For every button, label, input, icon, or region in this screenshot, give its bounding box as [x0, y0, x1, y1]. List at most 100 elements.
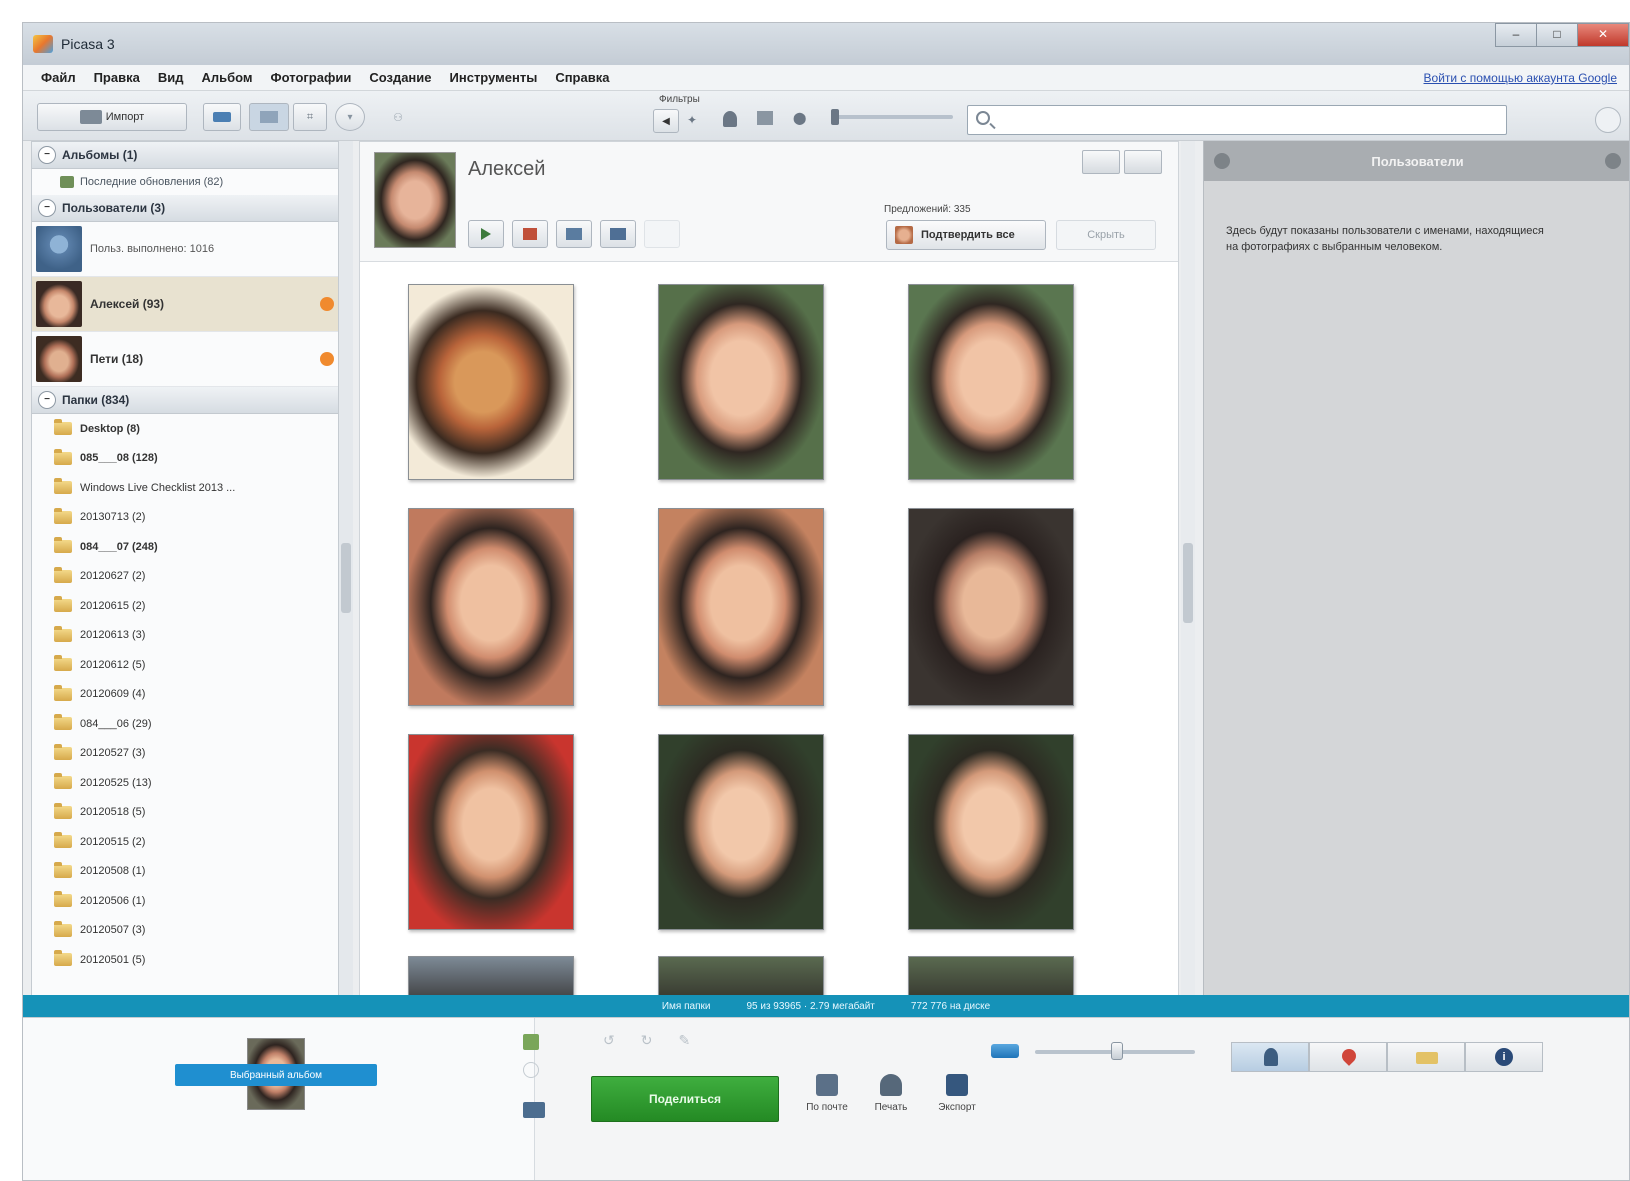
close-sidebar-icon[interactable]: [1605, 153, 1621, 169]
filter-video-icon[interactable]: [757, 111, 773, 125]
movie-button[interactable]: [556, 220, 592, 248]
hide-button[interactable]: Скрыть: [1056, 220, 1156, 250]
minimize-button[interactable]: –: [1495, 23, 1537, 47]
export-button[interactable]: Экспорт: [927, 1074, 987, 1113]
folder-item[interactable]: Windows Live Checklist 2013 ...: [32, 473, 338, 503]
filter-geo-icon[interactable]: ⬤: [793, 111, 806, 125]
google-signin-link[interactable]: Войти с помощью аккаунта Google: [1424, 71, 1617, 85]
collapse-icon[interactable]: −: [38, 146, 56, 164]
folder-item[interactable]: Desktop (8): [32, 414, 338, 444]
menu-create[interactable]: Создание: [369, 70, 431, 85]
import-button[interactable]: Импорт: [37, 103, 187, 131]
folder-item[interactable]: 20120506 (1): [32, 886, 338, 916]
photo-view-button[interactable]: [1124, 150, 1162, 174]
photo-scrollbar-thumb[interactable]: [1183, 543, 1193, 623]
upload-button[interactable]: [600, 220, 636, 248]
help-icon[interactable]: [1595, 107, 1621, 133]
info-tab[interactable]: i: [1465, 1042, 1543, 1072]
search-input[interactable]: [998, 108, 1498, 132]
menu-view[interactable]: Вид: [158, 70, 184, 85]
folders-section-header[interactable]: − Папки (834): [32, 387, 338, 414]
more-button[interactable]: [644, 220, 680, 248]
folder-item[interactable]: 20130713 (2): [32, 503, 338, 533]
recent-updates-item[interactable]: Последние обновления (82): [32, 169, 338, 195]
folder-item[interactable]: 20120525 (13): [32, 768, 338, 798]
face-thumbnail[interactable]: [408, 284, 574, 480]
face-view-button[interactable]: [1082, 150, 1120, 174]
person-cover-photo[interactable]: [374, 152, 456, 248]
folder-item[interactable]: 20120508 (1): [32, 857, 338, 887]
folder-icon: [54, 566, 72, 583]
folder-item[interactable]: 20120612 (5): [32, 650, 338, 680]
folder-item[interactable]: 085___08 (128): [32, 444, 338, 474]
dropdown-button[interactable]: ▾: [335, 103, 365, 131]
hold-icon[interactable]: [523, 1034, 539, 1050]
filter-slider-knob[interactable]: [831, 109, 839, 125]
person-name[interactable]: Алексей: [468, 158, 545, 181]
maximize-button[interactable]: □: [1536, 23, 1578, 47]
face-thumbnail[interactable]: [658, 284, 824, 480]
zoom-out-icon[interactable]: [991, 1044, 1019, 1058]
folder-item[interactable]: 20120507 (3): [32, 916, 338, 946]
face-thumbnail[interactable]: [908, 508, 1074, 706]
person-row-petya[interactable]: Пети (18): [32, 332, 338, 387]
collage-button[interactable]: [512, 220, 548, 248]
email-button[interactable]: По почте: [797, 1074, 857, 1113]
albums-section-header[interactable]: − Альбомы (1): [32, 142, 338, 169]
people-tab[interactable]: [1231, 1042, 1309, 1072]
tag-icon: [1416, 1052, 1438, 1064]
confirm-all-button[interactable]: Подтвердить все: [886, 220, 1046, 250]
avatar: [36, 281, 82, 327]
add-to-album-icon[interactable]: [523, 1102, 545, 1118]
share-button[interactable]: Поделиться: [591, 1076, 779, 1122]
zoom-slider-knob[interactable]: [1111, 1042, 1123, 1060]
folder-item[interactable]: 20120518 (5): [32, 798, 338, 828]
folder-item[interactable]: 084___06 (29): [32, 709, 338, 739]
library-view-button[interactable]: [203, 103, 241, 131]
filter-back-button[interactable]: ◀: [653, 109, 679, 133]
face-thumbnail[interactable]: [658, 734, 824, 930]
clear-icon[interactable]: [523, 1062, 539, 1078]
close-button[interactable]: ✕: [1577, 23, 1629, 47]
tags-tab[interactable]: [1387, 1042, 1465, 1072]
face-thumbnail[interactable]: [408, 508, 574, 706]
print-button[interactable]: Печать: [861, 1074, 921, 1113]
menu-photos[interactable]: Фотографии: [271, 70, 352, 85]
menu-file[interactable]: Файл: [41, 70, 76, 85]
folder-item[interactable]: 084___07 (248): [32, 532, 338, 562]
collage-icon: [523, 228, 537, 240]
search-box[interactable]: [967, 105, 1507, 135]
collapse-icon[interactable]: −: [38, 391, 56, 409]
folder-item[interactable]: 20120615 (2): [32, 591, 338, 621]
play-slideshow-button[interactable]: [468, 220, 504, 248]
menu-album[interactable]: Альбом: [201, 70, 252, 85]
face-thumbnail[interactable]: [408, 734, 574, 930]
people-sidebar-icon: [1214, 153, 1230, 169]
person-row-unnamed[interactable]: Польз. выполнено: 1016: [32, 222, 338, 277]
folder-item[interactable]: 20120613 (3): [32, 621, 338, 651]
filter-person-icon[interactable]: [723, 111, 737, 127]
menu-help[interactable]: Справка: [555, 70, 609, 85]
person-row-aleksey[interactable]: Алексей (93): [32, 277, 338, 332]
filter-slider-track[interactable]: [833, 115, 953, 119]
folder-label: 20120613 (3): [80, 629, 146, 642]
library-scrollbar-thumb[interactable]: [341, 543, 351, 613]
folder-item[interactable]: 20120609 (4): [32, 680, 338, 710]
face-thumbnail[interactable]: [908, 284, 1074, 480]
folder-item[interactable]: 20120501 (5): [32, 945, 338, 975]
face-thumbnail[interactable]: [908, 734, 1074, 930]
folder-item[interactable]: 20120627 (2): [32, 562, 338, 592]
places-tab[interactable]: [1309, 1042, 1387, 1072]
menu-tools[interactable]: Инструменты: [450, 70, 538, 85]
collapse-icon[interactable]: −: [38, 199, 56, 217]
edit-view-button[interactable]: ⌗: [293, 103, 327, 131]
folder-item[interactable]: 20120515 (2): [32, 827, 338, 857]
people-section-header[interactable]: − Пользователи (3): [32, 195, 338, 222]
filter-star-icon[interactable]: ✦: [687, 113, 697, 127]
people-button[interactable]: ⚇: [381, 103, 415, 131]
face-thumbnail[interactable]: [658, 508, 824, 706]
menu-edit[interactable]: Правка: [94, 70, 140, 85]
grid-view-button[interactable]: [249, 103, 289, 131]
folder-icon: [54, 596, 72, 613]
folder-item[interactable]: 20120527 (3): [32, 739, 338, 769]
